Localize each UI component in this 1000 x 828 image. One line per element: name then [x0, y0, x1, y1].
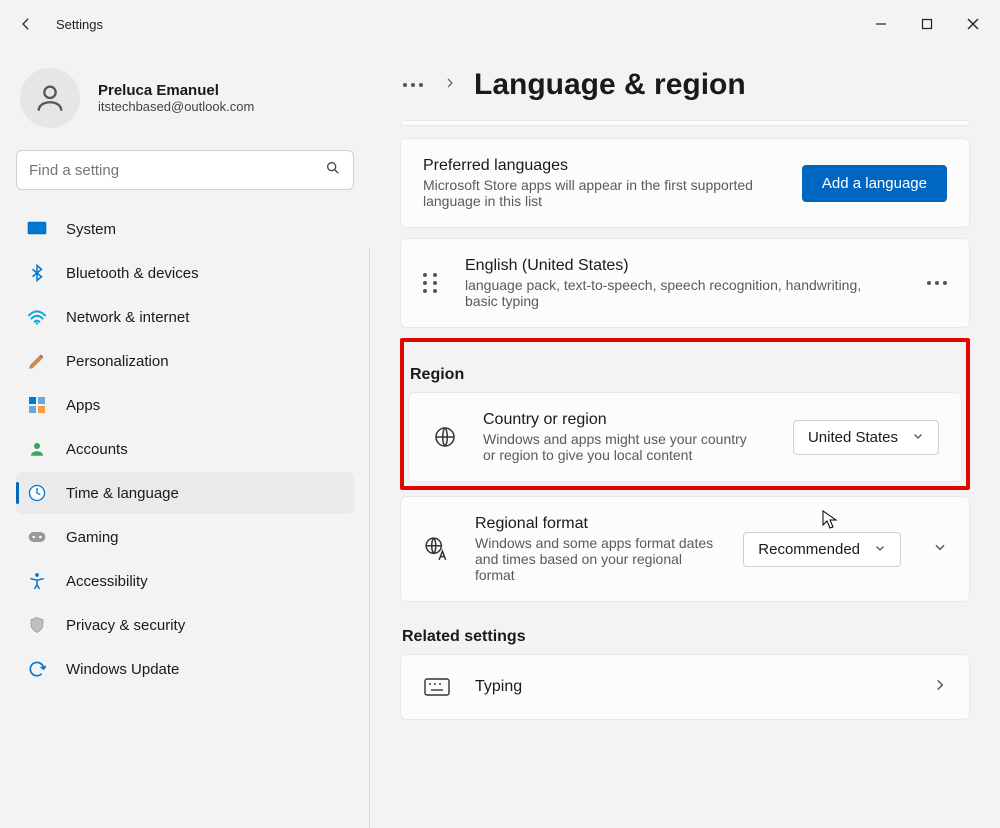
card-stub	[400, 120, 970, 126]
app-title: Settings	[56, 17, 103, 32]
chevron-right-icon	[933, 678, 947, 697]
sidebar-item-label: Accounts	[66, 441, 128, 458]
language-name: English (United States)	[465, 257, 907, 275]
profile-block[interactable]: Preluca Emanuel itstechbased@outlook.com	[16, 64, 354, 140]
accessibility-icon	[26, 570, 48, 592]
search-box[interactable]	[16, 150, 354, 190]
breadcrumb-more-button[interactable]	[400, 83, 426, 87]
keyboard-icon	[423, 673, 451, 701]
language-item[interactable]: English (United States) language pack, t…	[400, 238, 970, 328]
drag-handle-icon[interactable]	[423, 273, 445, 293]
dropdown-value: Recommended	[758, 541, 860, 558]
dropdown-value: United States	[808, 429, 898, 446]
chevron-right-icon	[444, 76, 456, 95]
person-icon	[26, 438, 48, 460]
sidebar-item-label: Network & internet	[66, 309, 189, 326]
sidebar-item-label: Personalization	[66, 353, 169, 370]
display-icon	[26, 218, 48, 240]
preferred-languages-card: Preferred languages Microsoft Store apps…	[400, 138, 970, 228]
sidebar-item-label: Privacy & security	[66, 617, 185, 634]
sidebar-item-apps[interactable]: Apps	[16, 384, 354, 426]
shield-icon	[26, 614, 48, 636]
search-input[interactable]	[29, 162, 325, 179]
main-content: Language & region Preferred languages Mi…	[370, 48, 1000, 795]
page-title: Language & region	[474, 68, 746, 102]
sidebar-item-label: Gaming	[66, 529, 119, 546]
back-button[interactable]	[16, 14, 36, 34]
sidebar-item-label: Windows Update	[66, 661, 179, 678]
sidebar-item-network[interactable]: Network & internet	[16, 296, 354, 338]
clock-globe-icon	[26, 482, 48, 504]
related-heading: Related settings	[402, 628, 970, 646]
bluetooth-icon	[26, 262, 48, 284]
gamepad-icon	[26, 526, 48, 548]
regional-format-row[interactable]: Regional format Windows and some apps fo…	[400, 496, 970, 602]
card-subtitle: Microsoft Store apps will appear in the …	[423, 177, 763, 209]
avatar	[20, 68, 80, 128]
maximize-button[interactable]	[904, 8, 950, 40]
search-icon	[325, 160, 341, 181]
country-region-row[interactable]: Country or region Windows and apps might…	[408, 392, 962, 482]
sidebar-item-accessibility[interactable]: Accessibility	[16, 560, 354, 602]
setting-title: Typing	[475, 678, 901, 696]
setting-subtitle: Windows and apps might use your country …	[483, 431, 763, 463]
sidebar-item-label: Accessibility	[66, 573, 148, 590]
country-dropdown[interactable]: United States	[793, 420, 939, 455]
globe-icon	[431, 423, 459, 451]
sidebar-item-system[interactable]: System	[16, 208, 354, 250]
sidebar-item-label: System	[66, 221, 116, 238]
chevron-down-icon	[874, 541, 886, 558]
paintbrush-icon	[26, 350, 48, 372]
apps-icon	[26, 394, 48, 416]
setting-subtitle: Windows and some apps format dates and t…	[475, 535, 719, 583]
sidebar-item-label: Apps	[66, 397, 100, 414]
sidebar-item-update[interactable]: Windows Update	[16, 648, 354, 690]
sidebar: Preluca Emanuel itstechbased@outlook.com…	[0, 48, 370, 795]
add-language-button[interactable]: Add a language	[802, 165, 947, 202]
regional-format-dropdown[interactable]: Recommended	[743, 532, 901, 567]
region-heading: Region	[410, 366, 962, 384]
sidebar-item-label: Time & language	[66, 485, 179, 502]
sidebar-item-bluetooth[interactable]: Bluetooth & devices	[16, 252, 354, 294]
card-title: Preferred languages	[423, 157, 763, 175]
globe-translate-icon	[423, 535, 451, 563]
chevron-down-icon	[912, 429, 924, 446]
close-button[interactable]	[950, 8, 996, 40]
breadcrumb: Language & region	[400, 68, 970, 102]
sidebar-item-time-language[interactable]: Time & language	[16, 472, 354, 514]
related-typing-row[interactable]: Typing	[400, 654, 970, 720]
wifi-icon	[26, 306, 48, 328]
setting-title: Regional format	[475, 515, 719, 533]
sidebar-item-label: Bluetooth & devices	[66, 265, 199, 282]
sidebar-divider	[369, 248, 370, 828]
sidebar-item-personalization[interactable]: Personalization	[16, 340, 354, 382]
expand-chevron-icon[interactable]	[933, 540, 947, 559]
profile-name: Preluca Emanuel	[98, 82, 254, 99]
annotation-highlight: Region Country or region Windows and app…	[400, 338, 970, 490]
language-more-button[interactable]	[927, 281, 947, 285]
nav-list: System Bluetooth & devices Network & int…	[16, 208, 354, 690]
minimize-button[interactable]	[858, 8, 904, 40]
sidebar-item-accounts[interactable]: Accounts	[16, 428, 354, 470]
titlebar	[0, 0, 1000, 48]
setting-title: Country or region	[483, 411, 769, 429]
more-icon	[403, 83, 423, 87]
language-features: language pack, text-to-speech, speech re…	[465, 277, 885, 309]
sidebar-item-privacy[interactable]: Privacy & security	[16, 604, 354, 646]
profile-email: itstechbased@outlook.com	[98, 99, 254, 114]
sidebar-item-gaming[interactable]: Gaming	[16, 516, 354, 558]
update-icon	[26, 658, 48, 680]
